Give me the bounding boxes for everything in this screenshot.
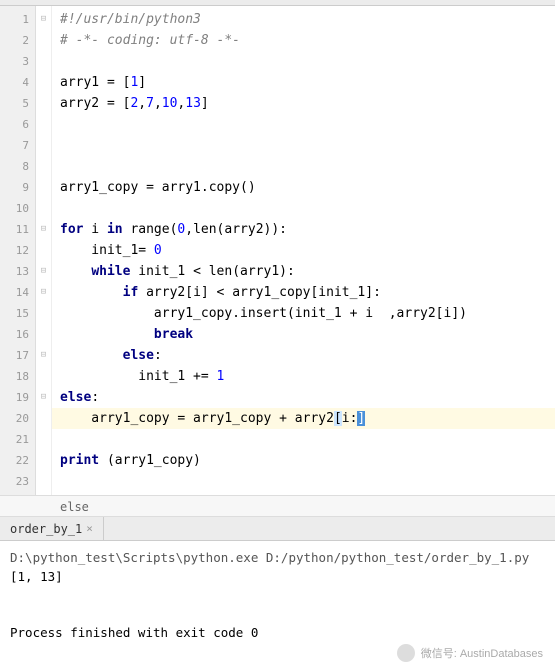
line-number[interactable]: 6	[0, 114, 35, 135]
keyword: in	[107, 222, 123, 237]
output-tab-bar: order_by_1 ×	[0, 517, 555, 541]
number: 1	[217, 369, 225, 384]
code-text: ,	[138, 96, 146, 111]
code-text: arry2 = [	[60, 96, 130, 111]
breadcrumb[interactable]: else	[0, 495, 555, 517]
line-number[interactable]: 10	[0, 198, 35, 219]
code-text: i	[83, 222, 106, 237]
code-text: arry1 = [	[60, 75, 130, 90]
line-number[interactable]: 14	[0, 282, 35, 303]
number: 0	[154, 243, 162, 258]
code-text: ,	[154, 96, 162, 111]
comment: # -*- coding: utf-8 -*-	[60, 33, 240, 48]
number: 10	[162, 96, 178, 111]
keyword: else	[60, 390, 91, 405]
keyword: while	[91, 264, 130, 279]
fold-marker-icon[interactable]: ⊟	[36, 345, 51, 366]
code-text: range(	[123, 222, 178, 237]
console-command: D:\python_test\Scripts\python.exe D:/pyt…	[10, 550, 529, 565]
fold-column: ⊟ ⊟ ⊟ ⊟ ⊟ ⊟	[36, 6, 52, 495]
line-number[interactable]: 16	[0, 324, 35, 345]
code-text: :	[154, 348, 162, 363]
code-content[interactable]: #!/usr/bin/python3 # -*- coding: utf-8 -…	[52, 6, 555, 495]
line-number[interactable]: 2	[0, 30, 35, 51]
keyword: for	[60, 222, 83, 237]
code-text: arry2[i] < arry1_copy[init_1]:	[138, 285, 381, 300]
fold-marker-icon[interactable]: ⊟	[36, 219, 51, 240]
bracket-highlight: [	[334, 411, 342, 426]
close-icon[interactable]: ×	[86, 517, 93, 541]
line-number[interactable]: 17	[0, 345, 35, 366]
watermark-text: 微信号: AustinDatabases	[421, 645, 543, 661]
code-text: arry1_copy = arry1.copy()	[60, 180, 256, 195]
console-result: [1, 13]	[10, 569, 63, 584]
line-number[interactable]: 5	[0, 93, 35, 114]
number: 7	[146, 96, 154, 111]
comment: #!/usr/bin/python3	[60, 12, 201, 27]
line-number-gutter: 1 2 3 4 5 6 7 8 9 10 11 12 13 14 15 16 1…	[0, 6, 36, 495]
cursor-bracket: ]	[357, 411, 365, 426]
code-text: (arry1_copy)	[99, 453, 201, 468]
editor-area: 1 2 3 4 5 6 7 8 9 10 11 12 13 14 15 16 1…	[0, 6, 555, 495]
line-number[interactable]: 19	[0, 387, 35, 408]
keyword: else	[123, 348, 154, 363]
keyword: print	[60, 453, 99, 468]
code-text: init_1 < len(arry1):	[130, 264, 294, 279]
line-number[interactable]: 7	[0, 135, 35, 156]
number: 13	[185, 96, 201, 111]
code-text: ,len(arry2)):	[185, 222, 287, 237]
code-text: ]	[201, 96, 209, 111]
code-text: i:	[342, 411, 358, 426]
line-number[interactable]: 21	[0, 429, 35, 450]
line-number[interactable]: 20	[0, 408, 35, 429]
watermark-icon	[397, 644, 415, 662]
code-text: :	[91, 390, 99, 405]
line-number[interactable]: 9	[0, 177, 35, 198]
line-number[interactable]: 13	[0, 261, 35, 282]
keyword: break	[154, 327, 193, 342]
line-number[interactable]: 23	[0, 471, 35, 492]
line-number[interactable]: 12	[0, 240, 35, 261]
line-number[interactable]: 18	[0, 366, 35, 387]
watermark: 微信号: AustinDatabases	[397, 644, 543, 662]
line-number[interactable]: 8	[0, 156, 35, 177]
code-text: ]	[138, 75, 146, 90]
console-exit: Process finished with exit code 0	[10, 625, 258, 640]
code-text: init_1 +=	[60, 369, 217, 384]
line-number[interactable]: 11	[0, 219, 35, 240]
code-text: arry1_copy = arry1_copy + arry2	[60, 411, 334, 426]
output-tab-label: order_by_1	[10, 517, 82, 541]
fold-marker-icon[interactable]: ⊟	[36, 282, 51, 303]
fold-marker-icon[interactable]: ⊟	[36, 261, 51, 282]
line-number[interactable]: 22	[0, 450, 35, 471]
code-text: arry1_copy.insert(init_1 + i ,arry2[i])	[60, 306, 467, 321]
line-number[interactable]: 3	[0, 51, 35, 72]
fold-marker-icon[interactable]: ⊟	[36, 387, 51, 408]
keyword: if	[123, 285, 139, 300]
fold-marker-icon[interactable]: ⊟	[36, 9, 51, 30]
line-number[interactable]: 4	[0, 72, 35, 93]
console-output[interactable]: D:\python_test\Scripts\python.exe D:/pyt…	[0, 541, 555, 659]
output-tab[interactable]: order_by_1 ×	[0, 517, 104, 541]
code-text: init_1=	[60, 243, 154, 258]
line-number[interactable]: 15	[0, 303, 35, 324]
line-number[interactable]: 1	[0, 9, 35, 30]
